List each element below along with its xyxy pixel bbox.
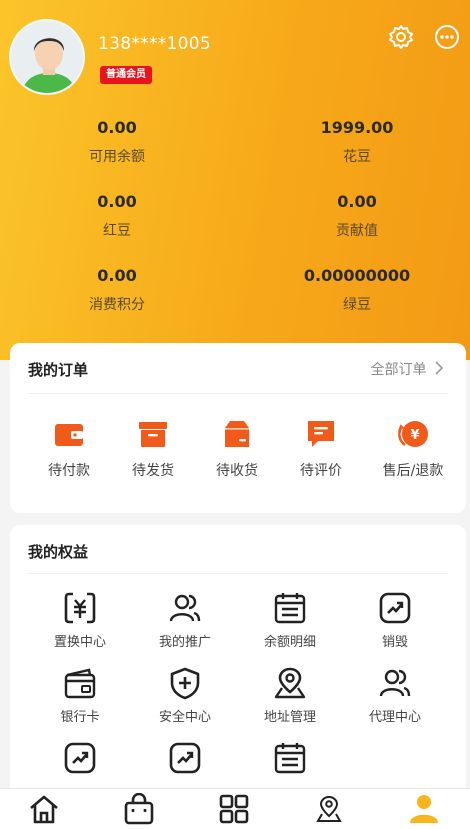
stat-label-hongdou[interactable]: 红豆 bbox=[103, 220, 131, 240]
profile-icon bbox=[410, 795, 438, 823]
calendar-icon bbox=[274, 593, 306, 624]
order-pending-shipment[interactable]: 待发货 bbox=[111, 418, 195, 480]
avatar[interactable] bbox=[9, 19, 85, 95]
stat-label-points[interactable]: 消费积分 bbox=[89, 294, 145, 314]
calendar-icon bbox=[274, 743, 306, 774]
rights-destroy[interactable]: 销毁 bbox=[345, 591, 445, 650]
order-label: 待发货 bbox=[132, 463, 174, 479]
rights-my-promotion[interactable]: 我的推广 bbox=[135, 591, 235, 650]
settings-icon[interactable] bbox=[388, 24, 414, 50]
chevron-right-icon bbox=[435, 361, 444, 375]
svg-text:¥: ¥ bbox=[410, 428, 419, 443]
users-icon bbox=[379, 669, 411, 697]
trend-icon bbox=[64, 742, 96, 774]
rights-item-9[interactable] bbox=[30, 741, 130, 775]
home-icon bbox=[30, 795, 58, 824]
user-avatar-icon bbox=[11, 21, 83, 93]
tab-home[interactable] bbox=[28, 793, 60, 829]
rights-agent-center[interactable]: 代理中心 bbox=[345, 666, 445, 725]
stat-value-points: 0.00 bbox=[97, 266, 137, 285]
stat-label-contribution[interactable]: 贡献值 bbox=[336, 220, 378, 240]
tab-profile[interactable] bbox=[407, 793, 441, 829]
rights-balance-detail[interactable]: 余额明细 bbox=[240, 591, 340, 650]
rights-address-management[interactable]: 地址管理 bbox=[240, 666, 340, 725]
orders-title: 我的订单 bbox=[28, 361, 89, 379]
refund-icon: ¥ bbox=[398, 421, 428, 447]
bag-icon bbox=[124, 792, 154, 825]
orders-card: 我的订单 全部订单 待付款 待发货 待收货 待评价 ¥ 售后/退款 bbox=[10, 343, 466, 513]
rights-item-11[interactable] bbox=[240, 741, 340, 775]
rights-divider bbox=[28, 573, 448, 574]
rights-card: 我的权益 置换中心 我的推广 余额明细 销毁 银行卡 安全中心 地址管理 代理中… bbox=[10, 525, 466, 800]
all-orders-link[interactable]: 全部订单 bbox=[371, 359, 444, 379]
member-level-badge: 普通会员 bbox=[100, 66, 152, 84]
card-wallet-icon bbox=[64, 668, 96, 699]
rights-label: 置换中心 bbox=[53, 635, 106, 650]
rights-label: 代理中心 bbox=[368, 710, 421, 725]
rights-label: 地址管理 bbox=[263, 710, 316, 725]
rights-bank-card[interactable]: 银行卡 bbox=[30, 666, 130, 725]
grid-icon bbox=[219, 794, 249, 824]
order-pending-review[interactable]: 待评价 bbox=[279, 418, 363, 480]
stat-value-contribution: 0.00 bbox=[337, 192, 377, 211]
rights-item-10[interactable] bbox=[135, 741, 235, 775]
trend-icon bbox=[169, 742, 201, 774]
rights-exchange-center[interactable]: 置换中心 bbox=[30, 591, 130, 650]
shield-plus-icon bbox=[170, 667, 200, 700]
order-pending-payment[interactable]: 待付款 bbox=[27, 418, 111, 480]
rights-label: 银行卡 bbox=[60, 710, 100, 725]
trend-icon bbox=[379, 592, 411, 624]
order-label: 待评价 bbox=[300, 463, 342, 479]
stat-label-huadou[interactable]: 花豆 bbox=[343, 146, 371, 166]
more-icon[interactable] bbox=[434, 24, 460, 50]
stat-label-lvdou[interactable]: 绿豆 bbox=[343, 294, 371, 314]
phone-number: 138****1005 bbox=[98, 34, 212, 54]
tab-shop[interactable] bbox=[123, 792, 155, 829]
rights-label: 我的推广 bbox=[158, 635, 211, 650]
location-icon bbox=[316, 795, 342, 822]
stat-label-balance[interactable]: 可用余额 bbox=[89, 146, 145, 166]
tab-location[interactable] bbox=[315, 793, 343, 829]
order-label: 待付款 bbox=[48, 463, 90, 479]
exchange-icon bbox=[64, 592, 96, 624]
stat-value-hongdou: 0.00 bbox=[97, 192, 137, 211]
rights-security-center[interactable]: 安全中心 bbox=[135, 666, 235, 725]
tab-category[interactable] bbox=[218, 793, 250, 829]
order-pending-receipt[interactable]: 待收货 bbox=[195, 418, 279, 480]
rights-title: 我的权益 bbox=[28, 543, 89, 561]
order-label: 售后/退款 bbox=[382, 463, 444, 479]
box-icon bbox=[139, 422, 167, 447]
order-after-sales[interactable]: ¥ 售后/退款 bbox=[371, 418, 455, 480]
bottom-tab-bar bbox=[0, 788, 470, 829]
rights-label: 余额明细 bbox=[263, 635, 316, 650]
rights-label: 销毁 bbox=[381, 635, 408, 650]
orders-divider bbox=[28, 393, 448, 394]
all-orders-label: 全部订单 bbox=[370, 362, 427, 378]
package-icon bbox=[225, 421, 249, 447]
wallet-icon bbox=[55, 424, 83, 446]
stat-value-lvdou: 0.00000000 bbox=[303, 266, 411, 285]
stat-value-balance: 0.00 bbox=[97, 118, 137, 137]
comment-icon bbox=[308, 421, 334, 447]
stat-value-huadou: 1999.00 bbox=[320, 118, 394, 137]
profile-header: 138****1005 普通会员 0.00 可用余额 1999.00 花豆 0.… bbox=[0, 0, 470, 360]
map-pin-icon bbox=[274, 667, 306, 699]
order-label: 待收货 bbox=[216, 463, 258, 479]
rights-label: 安全中心 bbox=[158, 710, 211, 725]
users-icon bbox=[169, 594, 201, 622]
